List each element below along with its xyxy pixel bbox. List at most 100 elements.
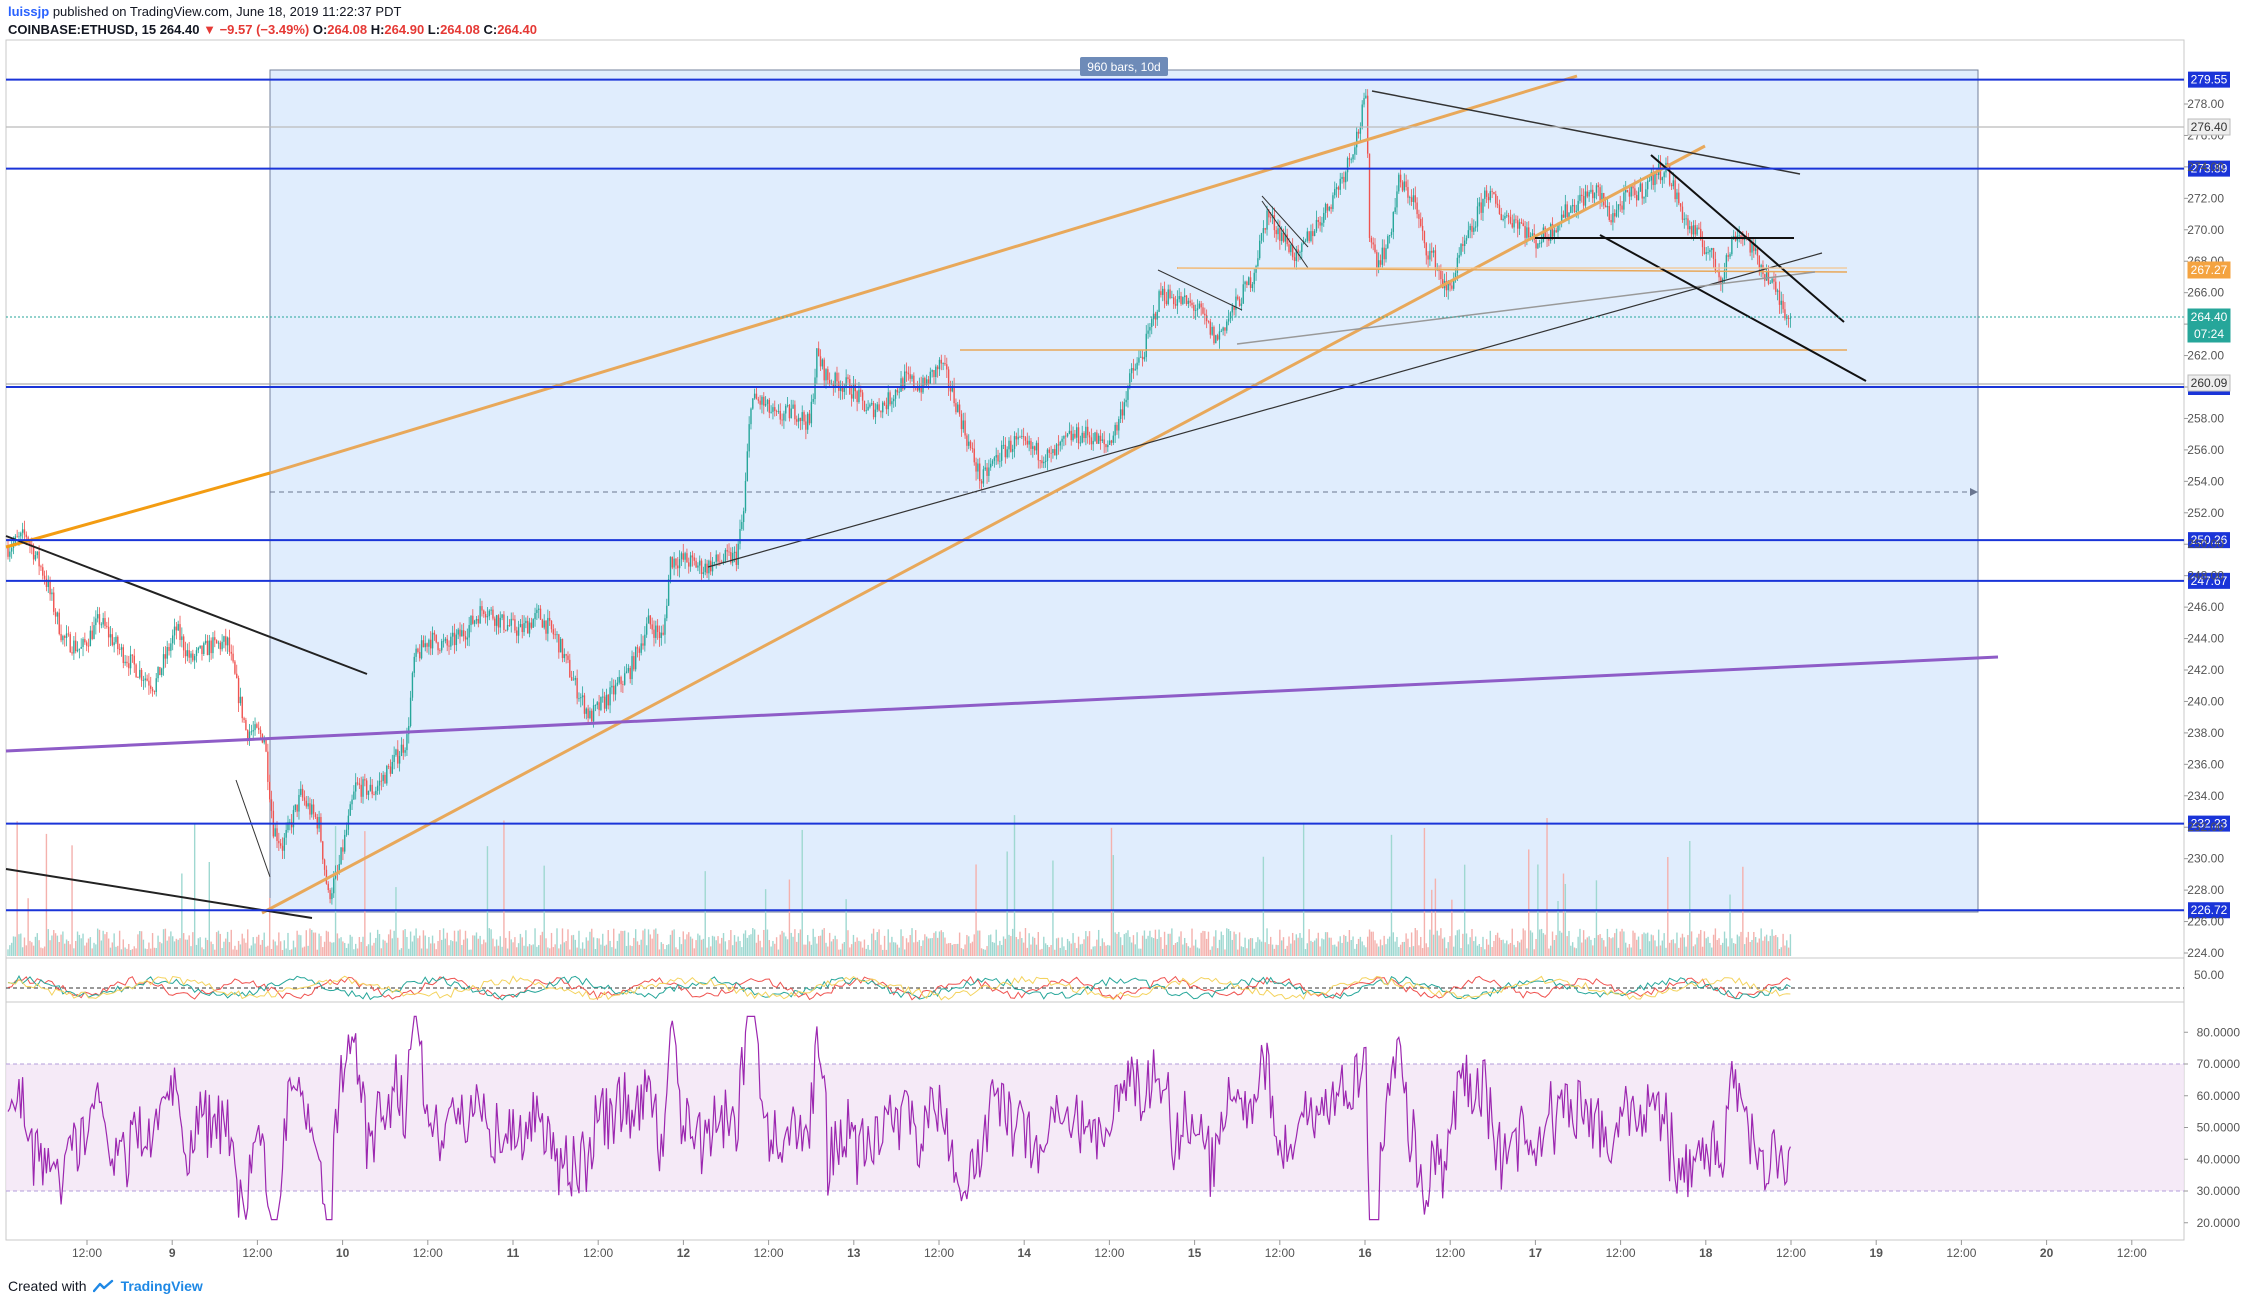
volume-bar bbox=[1094, 946, 1096, 956]
volume-bar bbox=[120, 949, 123, 956]
volume-bar bbox=[631, 946, 633, 956]
candle bbox=[1240, 303, 1243, 306]
volume-bar bbox=[441, 939, 443, 956]
volume-bar bbox=[1716, 939, 1718, 956]
volume-bar bbox=[651, 938, 653, 956]
candle bbox=[375, 790, 377, 795]
volume-bar bbox=[1771, 929, 1773, 956]
volume-bar bbox=[702, 938, 705, 956]
volume-bar bbox=[42, 948, 44, 956]
volume-bar bbox=[473, 935, 476, 956]
candle bbox=[76, 649, 79, 652]
candle bbox=[190, 653, 192, 658]
candle bbox=[1625, 190, 1627, 193]
volume-bar bbox=[1626, 947, 1629, 956]
volume-bar bbox=[986, 946, 988, 956]
time-axis-label: 9 bbox=[169, 1246, 176, 1260]
volume-bar bbox=[1727, 946, 1729, 956]
candle bbox=[1780, 300, 1782, 305]
volume-bar bbox=[1632, 930, 1634, 956]
volume-bar bbox=[1141, 935, 1144, 956]
volume-bar bbox=[1257, 937, 1259, 956]
candle bbox=[744, 480, 747, 512]
candle bbox=[113, 642, 115, 646]
candle bbox=[611, 685, 613, 688]
volume-bar bbox=[614, 948, 617, 956]
candle bbox=[312, 804, 315, 814]
candle bbox=[1032, 446, 1034, 449]
candle bbox=[1418, 214, 1420, 219]
volume-bar bbox=[1070, 943, 1072, 956]
volume-bar bbox=[570, 935, 573, 956]
candle bbox=[54, 611, 57, 617]
orange-trendline-upper[interactable] bbox=[5, 471, 271, 549]
candle bbox=[704, 563, 706, 573]
price-chart[interactable]: 960 bars, 10d 279.55273.89260.00250.2624… bbox=[0, 0, 2246, 1304]
candle bbox=[999, 460, 1001, 462]
volume-bar bbox=[87, 938, 90, 956]
time-axis-label: 16 bbox=[1358, 1246, 1372, 1260]
volume-bar bbox=[82, 933, 84, 956]
price-axis-label: 272.00 bbox=[2187, 191, 2224, 205]
candle bbox=[1002, 444, 1005, 446]
candle bbox=[117, 636, 119, 649]
volume-bar bbox=[236, 949, 238, 956]
volume-bar bbox=[1085, 931, 1087, 956]
volume-bar bbox=[1176, 942, 1179, 956]
candle bbox=[580, 697, 582, 699]
candle bbox=[1654, 173, 1656, 186]
volume-bar bbox=[329, 941, 331, 956]
flag-line[interactable] bbox=[235, 779, 271, 878]
volume-bar bbox=[521, 937, 523, 956]
candle bbox=[128, 663, 130, 669]
candle bbox=[1141, 356, 1144, 360]
price-axis-label: 256.00 bbox=[2187, 443, 2224, 457]
candle bbox=[1372, 242, 1374, 245]
candle bbox=[1262, 228, 1265, 234]
candle bbox=[955, 403, 957, 413]
candle bbox=[834, 372, 836, 387]
candle bbox=[36, 551, 38, 556]
volume-bar bbox=[391, 938, 393, 956]
volume-bar bbox=[828, 932, 831, 956]
volume-bar bbox=[1442, 938, 1444, 956]
candle bbox=[402, 744, 404, 753]
tradingview-brand[interactable]: TradingView bbox=[121, 1278, 203, 1294]
candle bbox=[1471, 225, 1473, 232]
candle bbox=[719, 561, 721, 563]
volume-bar bbox=[904, 949, 906, 956]
volume-bar bbox=[1787, 947, 1790, 956]
candle bbox=[759, 400, 761, 405]
candle bbox=[1509, 216, 1512, 224]
volume-bar bbox=[1703, 931, 1706, 956]
candle bbox=[1337, 187, 1340, 190]
candle bbox=[516, 630, 518, 636]
candle bbox=[1248, 277, 1250, 285]
volume-bar bbox=[462, 939, 465, 956]
volume-bar bbox=[1619, 931, 1621, 956]
candle bbox=[845, 377, 847, 387]
date-range-box[interactable] bbox=[269, 69, 1979, 913]
candle bbox=[1786, 318, 1788, 319]
volume-bar bbox=[320, 936, 322, 956]
volume-bar bbox=[1306, 943, 1308, 956]
volume-bar bbox=[541, 931, 544, 956]
volume-bar bbox=[960, 948, 963, 956]
candle bbox=[671, 556, 673, 568]
volume-bar bbox=[1614, 933, 1616, 956]
candle bbox=[98, 614, 101, 625]
price-axis-label: 244.00 bbox=[2187, 632, 2224, 646]
candle bbox=[270, 799, 273, 811]
candle bbox=[1174, 304, 1177, 306]
volume-bar bbox=[380, 948, 383, 956]
candle bbox=[1301, 243, 1303, 252]
candle bbox=[184, 650, 187, 657]
volume-bar bbox=[43, 946, 46, 956]
volume-bar bbox=[1460, 948, 1462, 956]
candle bbox=[1405, 181, 1407, 188]
candle bbox=[1249, 277, 1252, 289]
volume-bar bbox=[276, 945, 278, 956]
volume-bar bbox=[971, 941, 974, 956]
volume-bar bbox=[880, 944, 882, 956]
volume-bar bbox=[700, 939, 703, 956]
